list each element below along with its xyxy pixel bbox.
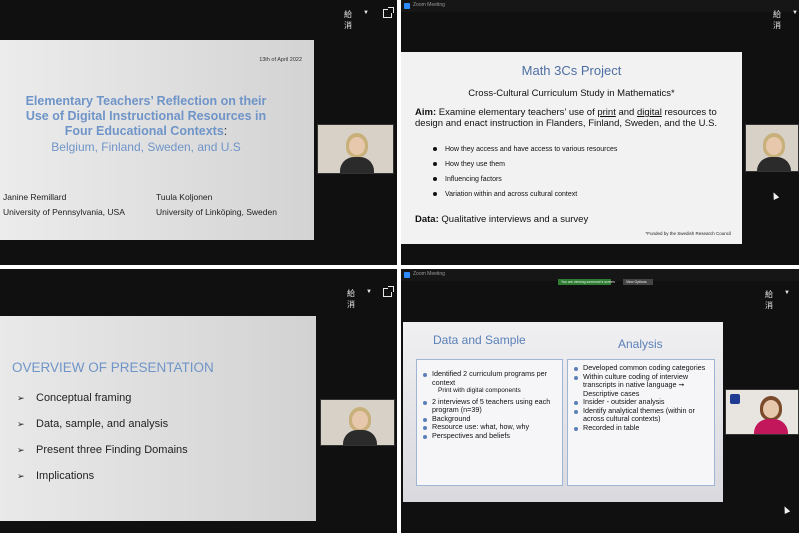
list-item: ➢ Present three Finding Domains bbox=[17, 444, 188, 456]
participant-face bbox=[766, 137, 782, 155]
mouse-cursor-icon bbox=[781, 505, 791, 514]
chevron-down-icon[interactable]: ▼ bbox=[363, 10, 369, 16]
footnote: *Funded by the Swedish Research Council bbox=[645, 231, 731, 236]
agenda-list: ➢ Conceptual framing ➢ Data, sample, and a… bbox=[17, 392, 188, 496]
analysis-title: Analysis bbox=[618, 337, 663, 351]
data-sample-list: Identified 2 curriculum programs per con… bbox=[423, 369, 559, 441]
mouse-cursor-icon bbox=[770, 191, 780, 200]
list-item: ➢ Data, sample, and analysis bbox=[17, 418, 169, 430]
logo-icon bbox=[730, 394, 740, 404]
participant-video-thumbnail[interactable] bbox=[745, 124, 799, 172]
list-item: Influencing factors bbox=[433, 176, 617, 191]
list-item: 2 interviews of 5 teachers using each pr… bbox=[423, 397, 559, 415]
view-button[interactable]: 給消 bbox=[765, 289, 773, 311]
data-sample-title: Data and Sample bbox=[433, 333, 526, 347]
list-item: ➢ Implications bbox=[17, 470, 95, 482]
window-title: Zoom Meeting bbox=[413, 271, 445, 277]
arrow-bullet-icon: ➢ bbox=[17, 420, 25, 430]
screen-share-banner-text: You are viewing someone's screen bbox=[561, 280, 615, 284]
chevron-down-icon[interactable]: ▼ bbox=[784, 290, 790, 296]
view-button[interactable]: 給消 bbox=[347, 288, 355, 310]
popout-icon[interactable] bbox=[383, 7, 394, 18]
arrow-bullet-icon: ➢ bbox=[17, 472, 25, 482]
participant-body bbox=[343, 430, 377, 445]
meeting-panel-top-right: Zoom Meeting 給消 ▼ Math 3Cs Project Cross… bbox=[401, 0, 799, 265]
meeting-panel-bottom-right: Zoom Meeting You are viewing someone's s… bbox=[401, 269, 799, 533]
arrow-bullet-icon: ➢ bbox=[17, 446, 25, 456]
author-name: Janine Remillard bbox=[3, 192, 67, 202]
meeting-panel-top-left: 給消 ▼ 13th of April 2022 Elementary Teach… bbox=[0, 0, 397, 265]
participant-body bbox=[754, 419, 788, 434]
slide-subtitle: Cross-Cultural Curriculum Study in Mathe… bbox=[468, 88, 675, 99]
list-item: Recorded in table bbox=[574, 423, 712, 433]
popout-icon[interactable] bbox=[383, 286, 394, 297]
analysis-list: Developed common coding categories Withi… bbox=[574, 363, 712, 433]
participant-face bbox=[349, 137, 365, 155]
slide-date: 13th of April 2022 bbox=[259, 57, 302, 63]
shared-slide: 13th of April 2022 Elementary Teachers’ … bbox=[0, 40, 314, 240]
list-item: Variation within and across cultural con… bbox=[433, 191, 617, 206]
meeting-panel-bottom-left: 給消 ▼ OVERVIEW OF PRESENTATION ➢ Conceptua… bbox=[0, 269, 397, 533]
shared-slide: OVERVIEW OF PRESENTATION ➢ Conceptual fra… bbox=[0, 316, 316, 521]
list-item: Within culture coding of interview trans… bbox=[574, 372, 712, 399]
author-affiliation: University of Pennsylvania, USA bbox=[3, 207, 125, 217]
participant-body bbox=[757, 157, 791, 171]
list-item: How they access and have access to vario… bbox=[433, 146, 617, 161]
shared-slide: Data and Sample Analysis Identified 2 cu… bbox=[403, 322, 723, 502]
aim-bullet-list: How they access and have access to vario… bbox=[433, 146, 617, 206]
slide-title: Math 3Cs Project bbox=[521, 63, 622, 78]
slide-subtitle: Belgium, Finland, Sweden, and U.S bbox=[51, 140, 241, 154]
view-button[interactable]: 給消 bbox=[344, 9, 352, 31]
chevron-down-icon[interactable]: ▼ bbox=[792, 10, 798, 16]
participant-video-thumbnail[interactable] bbox=[725, 389, 799, 435]
participant-face bbox=[763, 400, 779, 418]
list-item: Perspectives and beliefs bbox=[423, 431, 559, 441]
window-title: Zoom Meeting bbox=[413, 2, 445, 8]
window-titlebar: Zoom Meeting bbox=[401, 0, 799, 12]
list-item: Identify analytical themes (within or ac… bbox=[574, 406, 712, 424]
participant-video-thumbnail[interactable] bbox=[320, 399, 395, 446]
chevron-down-icon[interactable]: ▼ bbox=[366, 289, 372, 295]
view-options-label[interactable]: View Options bbox=[626, 280, 647, 284]
data-sample-box: Identified 2 curriculum programs per con… bbox=[416, 359, 563, 486]
participant-face bbox=[352, 411, 368, 429]
slide-title: OVERVIEW OF PRESENTATION bbox=[12, 360, 214, 375]
aim-paragraph: Aim: Examine elementary teachers’ use of… bbox=[415, 107, 718, 129]
zoom-logo-icon bbox=[404, 272, 410, 278]
list-item: How they use them bbox=[433, 161, 617, 176]
analysis-box: Developed common coding categories Withi… bbox=[567, 359, 715, 486]
slide-title: Elementary Teachers’ Reflection on their… bbox=[25, 94, 267, 138]
data-line: Data: Qualitative interviews and a surve… bbox=[415, 214, 589, 225]
zoom-logo-icon bbox=[404, 3, 410, 9]
participant-video-thumbnail[interactable] bbox=[317, 124, 394, 174]
list-item: Print with digital components bbox=[438, 387, 521, 394]
author-name: Tuula Koljonen bbox=[156, 192, 213, 202]
participant-body bbox=[340, 157, 374, 173]
view-button[interactable]: 給消 bbox=[773, 9, 781, 31]
list-item: ➢ Conceptual framing bbox=[17, 392, 132, 404]
list-item: Identified 2 curriculum programs per con… bbox=[423, 369, 559, 387]
shared-slide: Math 3Cs Project Cross-Cultural Curricul… bbox=[401, 52, 742, 244]
arrow-bullet-icon: ➢ bbox=[17, 394, 25, 404]
author-affiliation: University of Linköping, Sweden bbox=[156, 207, 277, 217]
